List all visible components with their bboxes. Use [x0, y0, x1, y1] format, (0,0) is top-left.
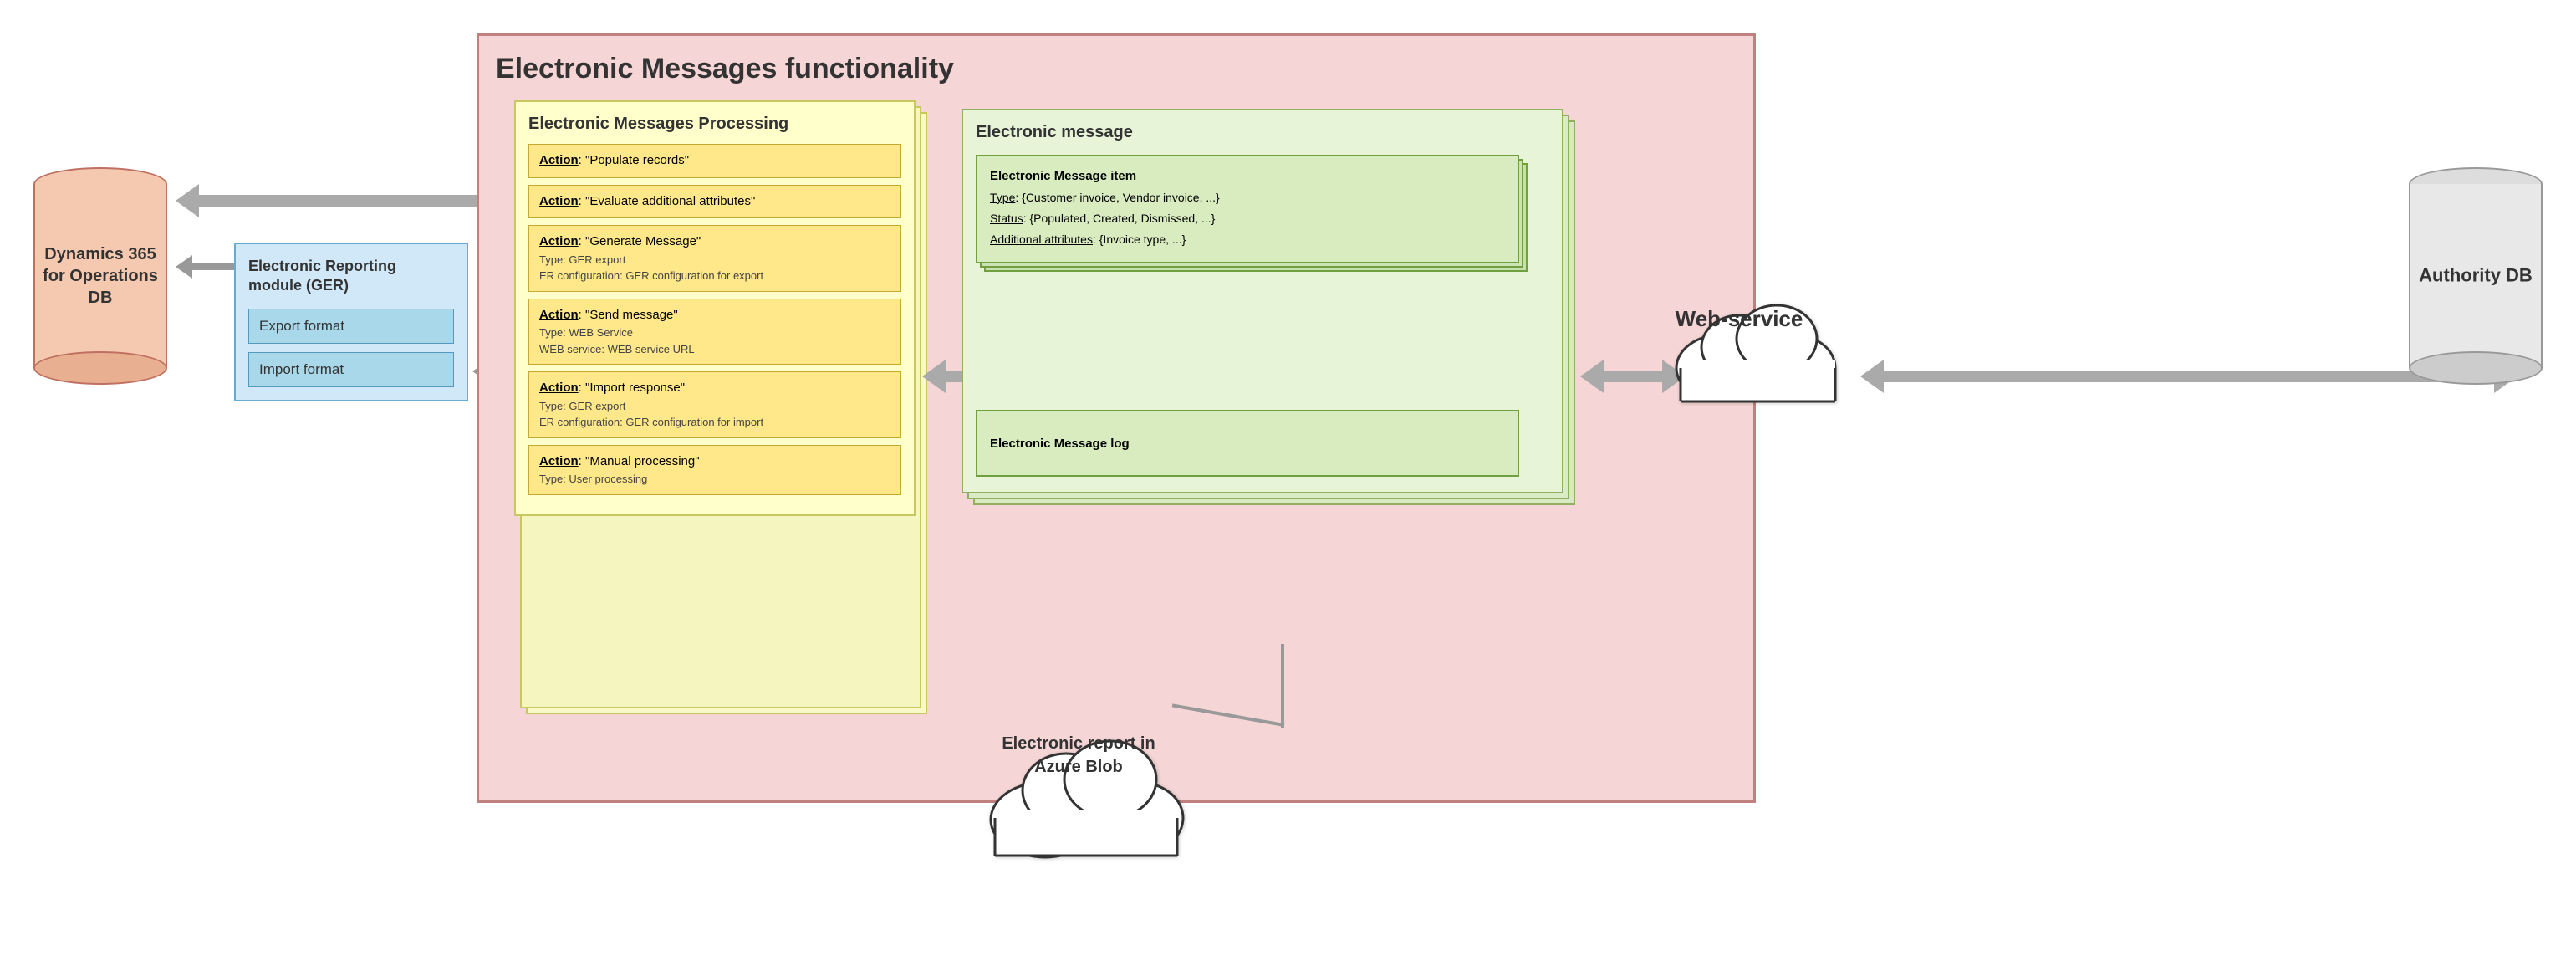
- em-item-title: Electronic Message item: [990, 165, 1505, 187]
- action-box-6: Action: "Manual processing" Type: User p…: [528, 445, 901, 495]
- action5-detail2: ER configuration: GER configuration for …: [539, 414, 890, 431]
- action-box-5: Action: "Import response" Type: GER expo…: [528, 371, 901, 438]
- processing-title: Electronic Messages Processing: [528, 115, 901, 134]
- action-label-1: Action: [539, 153, 579, 167]
- webservice-label: Web-service: [1672, 305, 1806, 334]
- action-label-2: Action: [539, 194, 579, 208]
- export-format-button[interactable]: Export format: [248, 309, 454, 344]
- action-box-2: Action: "Evaluate additional attributes": [528, 185, 901, 219]
- dynamics-db: Dynamics 365 for Operations DB: [25, 167, 176, 389]
- action-label-6: Action: [539, 454, 579, 468]
- processing-stack: Electronic Messages Processing Action: "…: [514, 100, 916, 516]
- em-area: Electronic message Electronic Message it…: [962, 109, 1714, 493]
- action-label-3: Action: [539, 234, 579, 248]
- action3-detail1: Type: GER export: [539, 252, 890, 268]
- vertical-line-to-blob: [1281, 644, 1284, 728]
- action6-detail1: Type: User processing: [539, 471, 890, 488]
- action-label-5: Action: [539, 381, 579, 395]
- cyl-body: Dynamics 365 for Operations DB: [33, 184, 167, 368]
- em-item-type: Type: {Customer invoice, Vendor invoice,…: [990, 187, 1505, 208]
- em-functionality-title: Electronic Messages functionality: [496, 53, 1737, 85]
- action-box-4: Action: "Send message" Type: WEB Service…: [528, 299, 901, 365]
- action-box-3: Action: "Generate Message" Type: GER exp…: [528, 225, 901, 292]
- azure-blob-label: Electronic report in Azure Blob: [995, 732, 1162, 779]
- em-log-label: Electronic Message log: [990, 437, 1130, 451]
- er-module: Electronic Reporting module (GER) Export…: [234, 243, 468, 401]
- webservice-cloud: Web-service: [1655, 259, 1856, 414]
- webservice-cloud-svg: [1655, 259, 1856, 410]
- dynamics-db-label: Dynamics 365 for Operations DB: [42, 243, 159, 309]
- authority-db-label: Authority DB: [2417, 264, 2534, 289]
- import-format-button[interactable]: Import format: [248, 352, 454, 387]
- em-title: Electronic message: [976, 123, 1549, 142]
- action3-detail2: ER configuration: GER configuration for …: [539, 268, 890, 284]
- er-module-title: Electronic Reporting module (GER): [248, 257, 454, 296]
- authority-db: Authority DB: [2400, 167, 2551, 389]
- processing-main: Electronic Messages Processing Action: "…: [514, 100, 916, 516]
- em-item-attributes: Additional attributes: {Invoice type, ..…: [990, 229, 1505, 250]
- em-main: Electronic message Electronic Message it…: [962, 109, 1563, 493]
- diagram-container: Dynamics 365 for Operations DB Electroni…: [0, 0, 2576, 971]
- authority-cyl-bottom: [2409, 351, 2543, 385]
- action4-detail1: Type: WEB Service: [539, 325, 890, 341]
- action-box-1: Action: "Populate records": [528, 144, 901, 178]
- action4-detail2: WEB service: WEB service URL: [539, 341, 890, 358]
- em-log: Electronic Message log: [976, 410, 1519, 477]
- em-item-status: Status: {Populated, Created, Dismissed, …: [990, 208, 1505, 229]
- action5-detail1: Type: GER export: [539, 398, 890, 415]
- cyl-bottom: [33, 351, 167, 385]
- azure-blob-cloud: Electronic report in Azure Blob: [970, 694, 1204, 866]
- action-label-4: Action: [539, 308, 579, 322]
- authority-cyl-body: Authority DB: [2409, 184, 2543, 368]
- em-item-main: Electronic Message item Type: {Customer …: [976, 155, 1519, 263]
- em-item-stack: Electronic Message item Type: {Customer …: [976, 155, 1549, 276]
